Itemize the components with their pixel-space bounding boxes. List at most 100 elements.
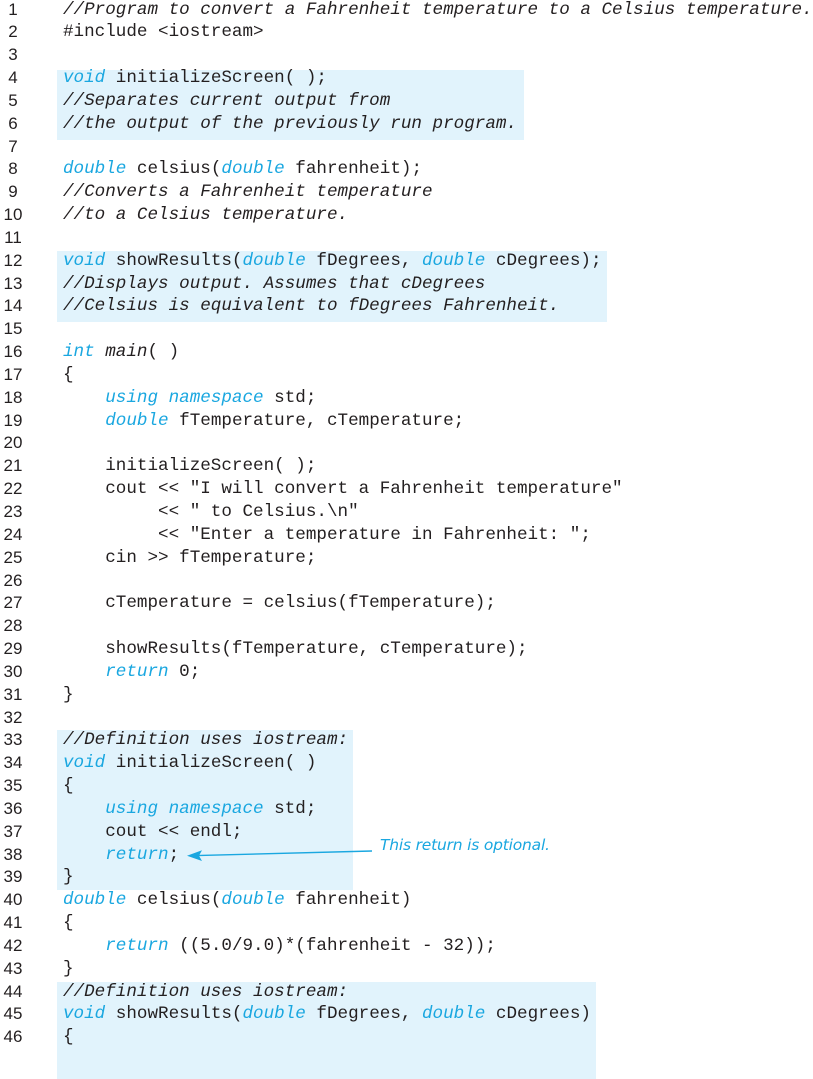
keyword-token: double [63, 890, 127, 911]
keyword-token: return [105, 661, 169, 682]
code-token: initializeScreen( ); [63, 456, 317, 477]
code-token: { [63, 1027, 74, 1048]
code-token: cout << endl; [63, 821, 243, 842]
line-number: 42 [3, 935, 23, 955]
code-text: return; [63, 844, 179, 867]
code-token: { [63, 913, 74, 934]
code-text: void showResults(double fDegrees, double… [63, 1003, 591, 1026]
code-line: 11 [0, 227, 813, 250]
keyword-token: double [221, 890, 285, 911]
code-line: 21 initializeScreen( ); [0, 455, 813, 478]
code-line: 24 << "Enter a temperature in Fahrenheit… [0, 524, 813, 547]
code-line: 1 //Program to convert a Fahrenheit tempe… [0, 0, 813, 21]
code-token: std; [263, 387, 317, 408]
code-line: 39} [0, 866, 813, 889]
code-line: 40 double celsius(double fahrenheit) [0, 889, 813, 912]
code-token: fahrenheit); [284, 159, 423, 180]
code-text: } [63, 866, 74, 889]
code-text: //Celsius is equivalent to fDegrees Fahr… [63, 295, 559, 318]
line-number: 32 [3, 707, 23, 727]
comment-token: //Displays output. Assumes that cDegrees [63, 273, 486, 294]
line-number: 19 [3, 410, 23, 430]
code-line: 8 double celsius(double fahrenheit); [0, 158, 813, 181]
code-text: //Displays output. Assumes that cDegrees [63, 273, 485, 296]
comment-token: //Definition uses iostream: [63, 730, 349, 751]
code-token: cDegrees) [485, 1004, 591, 1025]
line-number: 3 [8, 45, 18, 65]
code-listing: 1 //Program to convert a Fahrenheit tempe… [0, 0, 813, 1079]
code-text: #include <iostream> [63, 21, 264, 44]
line-number: 10 [3, 205, 23, 225]
code-line: 18 using namespace std; [0, 387, 813, 410]
code-text: double fTemperature, cTemperature; [63, 410, 464, 433]
line-number: 30 [3, 661, 23, 681]
comment-token: //the output of the previously run progr… [63, 113, 517, 134]
keyword-token: double [105, 410, 169, 431]
code-token: celsius( [126, 890, 222, 911]
comment-token: //Definition uses iostream: [63, 981, 349, 1002]
keyword-token: double [242, 1004, 306, 1025]
code-text: } [63, 684, 74, 707]
keyword-token: void [63, 1004, 106, 1025]
code-text: { [63, 912, 74, 935]
code-line: 45 void showResults(double fDegrees, doub… [0, 1003, 813, 1026]
code-text: { [63, 775, 74, 798]
code-text: cout << "I will convert a Fahrenheit tem… [63, 478, 622, 501]
code-token: showResults(fTemperature, cTemperature); [63, 639, 528, 660]
code-text: //the output of the previously run progr… [63, 113, 517, 136]
code-text: << "Enter a temperature in Fahrenheit: "… [63, 524, 591, 547]
code-line: 15 [0, 318, 813, 341]
code-line: 6 //the output of the previously run prog… [0, 113, 813, 136]
function-name-token: main [105, 342, 148, 363]
line-number: 14 [3, 296, 23, 316]
code-text: void initializeScreen( ) [63, 752, 316, 775]
code-line: 20 [0, 432, 813, 455]
code-token: } [63, 958, 74, 979]
line-number: 25 [3, 547, 23, 567]
comment-token: //Separates current output from [63, 90, 391, 111]
line-number: 29 [3, 639, 23, 659]
line-number: 5 [8, 90, 18, 110]
code-text: void showResults(double fDegrees, double… [63, 250, 602, 273]
code-text: initializeScreen( ); [63, 455, 316, 478]
code-line: 5 //Separates current output from [0, 90, 813, 113]
keyword-token: return [105, 844, 169, 865]
code-token: ; [168, 844, 180, 865]
code-token: initializeScreen( ); [105, 68, 327, 89]
code-token: initializeScreen( ) [105, 753, 317, 774]
code-token: std; [263, 798, 317, 819]
code-line: 34 void initializeScreen( ) [0, 752, 813, 775]
code-line: 28 [0, 615, 813, 638]
code-text: double celsius(double fahrenheit); [63, 158, 422, 181]
code-line: 29 showResults(fTemperature, cTemperatur… [0, 638, 813, 661]
code-line: 36 using namespace std; [0, 798, 813, 821]
keyword-token: return [105, 935, 169, 956]
code-text: showResults(fTemperature, cTemperature); [63, 638, 528, 661]
code-line: 9 //Converts a Fahrenheit temperature [0, 181, 813, 204]
code-token: << " to Celsius.\n" [63, 501, 359, 522]
keyword-token: double [221, 159, 285, 180]
line-number: 46 [3, 1027, 23, 1047]
code-token: } [63, 867, 74, 888]
code-token: ((5.0/9.0)*(fahrenheit - 32)); [168, 935, 496, 956]
line-number: 36 [3, 798, 23, 818]
code-text: using namespace std; [63, 387, 316, 410]
line-number: 45 [3, 1004, 23, 1024]
keyword-token: void [63, 250, 106, 271]
code-line: 44 //Definition uses iostream: [0, 981, 813, 1004]
line-number: 18 [3, 387, 23, 407]
code-text: return ((5.0/9.0)*(fahrenheit - 32)); [63, 935, 496, 958]
code-line: 2 #include <iostream> [0, 21, 813, 44]
code-line: 19 double fTemperature, cTemperature; [0, 410, 813, 433]
line-number: 6 [8, 113, 18, 133]
code-text: << " to Celsius.\n" [63, 501, 359, 524]
code-token: fDegrees, [305, 250, 422, 271]
code-text: //Converts a Fahrenheit temperature [63, 181, 433, 204]
code-line: 12 void showResults(double fDegrees, doub… [0, 250, 813, 273]
line-number: 43 [3, 958, 23, 978]
line-number: 39 [3, 867, 23, 887]
